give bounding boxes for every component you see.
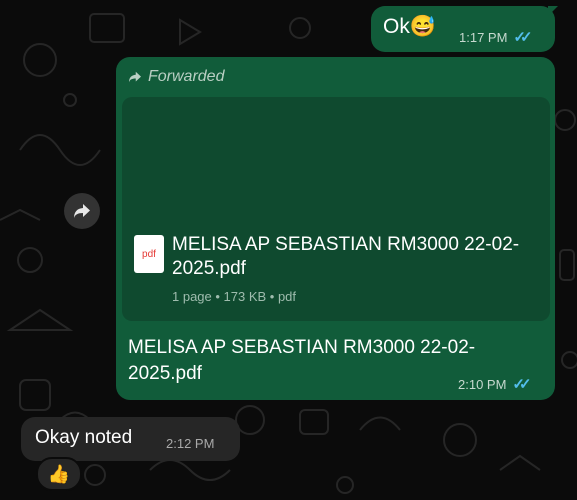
forwarded-icon: [129, 71, 141, 83]
document-info: 1 page • 173 KB • pdf: [172, 289, 297, 304]
pdf-file-icon: pdf: [134, 235, 164, 273]
message-bubble-outgoing[interactable]: Ok😅 1:17 PM ✓✓: [371, 6, 555, 52]
message-text: Ok😅: [383, 15, 436, 38]
double-check-icon: ✓✓: [512, 376, 531, 393]
pdf-icon-label: pdf: [142, 248, 156, 260]
forwarded-label: Forwarded: [128, 68, 224, 86]
bubble-tail: [548, 6, 558, 16]
message-meta: 1:17 PM ✓✓: [459, 28, 533, 46]
message-bubble-outgoing[interactable]: Forwarded pdf MELISA AP SEBASTIAN RM3000…: [116, 57, 555, 400]
message-caption: MELISA AP SEBASTIAN RM3000 22-02-2025.pd…: [128, 337, 476, 384]
document-title: MELISA AP SEBASTIAN RM3000 22-02-2025.pd…: [172, 234, 520, 279]
thumbs-up-icon: 👍: [47, 463, 71, 484]
double-check-icon: ✓✓: [513, 29, 532, 46]
forwarded-text: Forwarded: [148, 68, 225, 85]
message-meta: 2:12 PM: [166, 436, 214, 451]
message-time: 2:10 PM: [458, 376, 507, 392]
document-attachment[interactable]: pdf MELISA AP SEBASTIAN RM3000 22-02-202…: [122, 97, 550, 321]
message-time: 2:12 PM: [166, 436, 215, 451]
message-bubble-incoming[interactable]: Okay noted 2:12 PM: [21, 417, 240, 461]
reaction-badge[interactable]: 👍: [36, 457, 82, 491]
message-text: Okay noted: [35, 427, 133, 448]
forward-button[interactable]: [64, 193, 100, 229]
message-time: 1:17 PM: [459, 29, 508, 45]
message-meta: 2:10 PM ✓✓: [458, 375, 532, 393]
forward-arrow-icon: [74, 204, 90, 218]
